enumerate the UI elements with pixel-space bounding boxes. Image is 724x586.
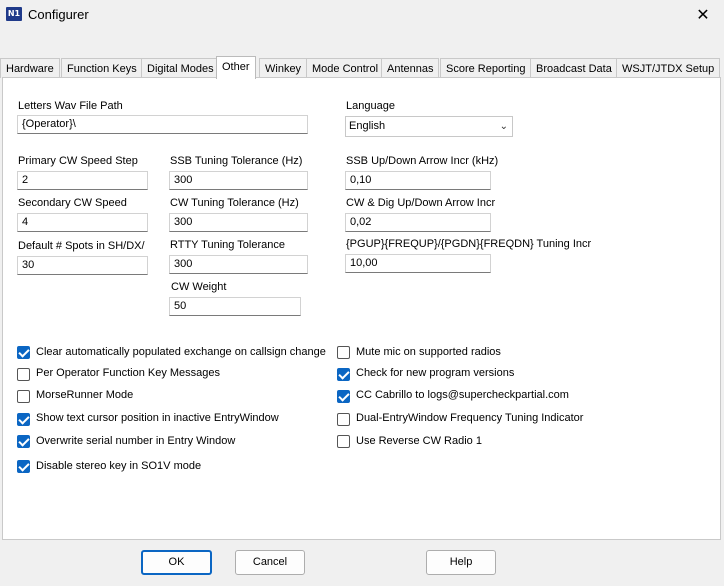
language-label: Language [346, 100, 395, 112]
cc-cabrillo-checkbox[interactable] [337, 390, 350, 403]
ssb-arrow-label: SSB Up/Down Arrow Incr (kHz) [346, 155, 499, 167]
dual-entry-indicator-label: Dual-EntryWindow Frequency Tuning Indica… [356, 412, 584, 424]
per-operator-fkeys-label: Per Operator Function Key Messages [36, 367, 221, 379]
dual-entry-indicator-checkbox[interactable] [337, 413, 350, 426]
overwrite-serial-label: Overwrite serial number in Entry Window [36, 435, 236, 447]
cw-arrow-label: CW & Dig Up/Down Arrow Incr [346, 197, 496, 209]
per-operator-fkeys-checkbox[interactable] [17, 368, 30, 381]
check-versions-checkbox[interactable] [337, 368, 350, 381]
disable-stereo-checkbox[interactable] [17, 460, 30, 473]
morserunner-mode-label: MorseRunner Mode [36, 389, 134, 401]
mute-mic-checkbox[interactable] [337, 346, 350, 359]
close-icon[interactable]: ✕ [692, 4, 714, 26]
help-button[interactable]: Help [426, 550, 496, 575]
app-logo-icon: N1 [6, 7, 22, 21]
dialog-footer [0, 541, 724, 586]
mute-mic-label: Mute mic on supported radios [356, 346, 501, 358]
tab-broadcast-data[interactable]: Broadcast Data [530, 58, 618, 78]
cw-tolerance-field[interactable]: 300 [169, 213, 308, 232]
ssb-arrow-field[interactable]: 0,10 [345, 171, 491, 190]
tab-mode-control[interactable]: Mode Control [306, 58, 385, 78]
disable-stereo-label: Disable stereo key in SO1V mode [36, 460, 202, 472]
clear-exchange-label: Clear automatically populated exchange o… [36, 346, 326, 358]
tab-score-reporting[interactable]: Score Reporting [440, 58, 532, 78]
primary-cw-label: Primary CW Speed Step [18, 155, 138, 167]
secondary-cw-label: Secondary CW Speed [18, 197, 127, 209]
window-title: Configurer [28, 7, 89, 22]
reverse-cw-label: Use Reverse CW Radio 1 [356, 435, 482, 447]
morserunner-mode-checkbox[interactable] [17, 390, 30, 403]
tab-hardware[interactable]: Hardware [0, 58, 60, 78]
check-versions-label: Check for new program versions [356, 367, 515, 379]
clear-exchange-checkbox[interactable] [17, 346, 30, 359]
pgup-incr-label: {PGUP}{FREQUP}/{PGDN}{FREQDN} Tuning Inc… [346, 238, 592, 250]
language-select[interactable]: English ⌄ [345, 116, 513, 137]
cc-cabrillo-label: CC Cabrillo to logs@supercheckpartial.co… [356, 389, 569, 401]
cw-weight-field[interactable]: 50 [169, 297, 301, 316]
wav-path-field[interactable]: {Operator}\ [17, 115, 308, 134]
cw-arrow-field[interactable]: 0,02 [345, 213, 491, 232]
ok-button[interactable]: OK [141, 550, 212, 575]
rtty-tolerance-field[interactable]: 300 [169, 255, 308, 274]
tab-antennas[interactable]: Antennas [381, 58, 440, 78]
primary-cw-field[interactable]: 2 [17, 171, 148, 190]
pgup-incr-field[interactable]: 10,00 [345, 254, 491, 273]
overwrite-serial-checkbox[interactable] [17, 435, 30, 448]
chevron-down-icon: ⌄ [499, 121, 508, 132]
cw-tolerance-label: CW Tuning Tolerance (Hz) [170, 197, 299, 209]
reverse-cw-checkbox[interactable] [337, 435, 350, 448]
rtty-tolerance-label: RTTY Tuning Tolerance [170, 239, 285, 251]
cw-weight-label: CW Weight [171, 281, 227, 293]
cancel-button[interactable]: Cancel [235, 550, 305, 575]
tab-winkey[interactable]: Winkey [259, 58, 308, 78]
title-bar: N1 Configurer ✕ [0, 0, 724, 30]
tab-strip: Hardware Function Keys Digital Modes Oth… [0, 56, 724, 79]
tab-digital-modes[interactable]: Digital Modes [141, 58, 220, 78]
tab-other[interactable]: Other [216, 56, 256, 79]
ssb-tolerance-field[interactable]: 300 [169, 171, 308, 190]
spots-field[interactable]: 30 [17, 256, 148, 275]
language-value: English [349, 120, 386, 132]
ssb-tolerance-label: SSB Tuning Tolerance (Hz) [170, 155, 303, 167]
tab-wsjt-jtdx-setup[interactable]: WSJT/JTDX Setup [616, 58, 721, 78]
wav-path-label: Letters Wav File Path [18, 100, 123, 112]
secondary-cw-field[interactable]: 4 [17, 213, 148, 232]
show-cursor-checkbox[interactable] [17, 413, 30, 426]
tab-function-keys[interactable]: Function Keys [61, 58, 143, 78]
show-cursor-label: Show text cursor position in inactive En… [36, 412, 279, 424]
spots-label: Default # Spots in SH/DX/ [18, 240, 145, 252]
